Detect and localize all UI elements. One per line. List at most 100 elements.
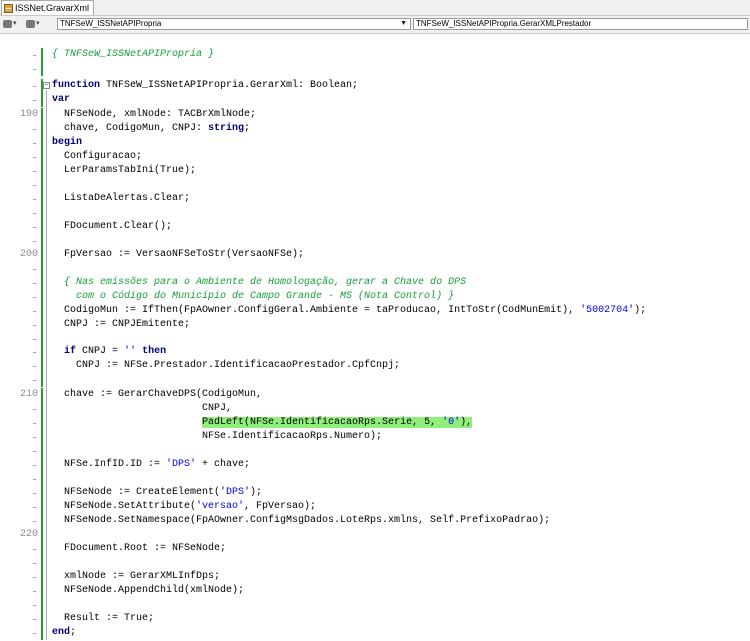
line-number: 210 bbox=[19, 389, 38, 400]
code-line: { Nas emissões para o Ambiente de Homolo… bbox=[0, 276, 750, 290]
code-text: { TNFSeW_ISSNetAPIPropria } bbox=[52, 49, 215, 60]
tab-label: ISSNet.GravarXml bbox=[15, 3, 90, 13]
code-text: NFSe.IdentificacaoRps.Numero); bbox=[52, 431, 383, 442]
forward-button[interactable]: ▾ bbox=[26, 18, 40, 30]
code-text: FDocument.Root := NFSeNode; bbox=[52, 543, 227, 554]
class-combo-value: TNFSeW_ISSNetAPIPropria bbox=[60, 19, 162, 28]
change-bar bbox=[41, 500, 43, 514]
code-line bbox=[0, 472, 750, 486]
string-literal: 'DPS' bbox=[220, 487, 251, 498]
code-fragment: , FpVersao); bbox=[244, 501, 317, 512]
change-bar bbox=[41, 626, 43, 640]
code-line bbox=[0, 332, 750, 346]
code-text: NFSeNode.SetNamespace(FpAOwner.ConfigMsg… bbox=[52, 515, 551, 526]
change-bar bbox=[41, 262, 43, 276]
code-line: NFSe.InfID.ID := 'DPS' + chave; bbox=[0, 458, 750, 472]
change-bar bbox=[41, 542, 43, 556]
code-line: chave, CodigoMun, CNPJ: string; bbox=[0, 122, 750, 136]
gutter-dot bbox=[33, 325, 36, 326]
highlighted-selection[interactable]: PadLeft(NFSe.IdentificacaoRps.Serie, 5, … bbox=[202, 417, 473, 428]
class-combo[interactable]: TNFSeW_ISSNetAPIPropria ▼ bbox=[57, 18, 411, 30]
code-text: CNPJ, bbox=[52, 403, 233, 414]
dropdown-arrow-icon: ▼ bbox=[400, 20, 407, 27]
change-bar bbox=[41, 122, 43, 136]
code-text: xmlNode := GerarXMLInfDps; bbox=[52, 571, 221, 582]
code-line bbox=[0, 556, 750, 570]
code-line: NFSeNode.AppendChild(xmlNode); bbox=[0, 584, 750, 598]
code-line: begin bbox=[0, 136, 750, 150]
change-bar bbox=[41, 290, 43, 304]
change-bar bbox=[41, 458, 43, 472]
code-text: NFSeNode, xmlNode: TACBrXmlNode; bbox=[52, 109, 257, 120]
change-bar bbox=[41, 514, 43, 528]
gutter-dot bbox=[33, 100, 36, 101]
code-fragment: chave, CodigoMun, CNPJ: bbox=[52, 123, 209, 134]
gutter-dot bbox=[33, 633, 36, 634]
keyword: then bbox=[142, 346, 167, 357]
gutter-dot bbox=[33, 549, 36, 550]
code-fragment: ); bbox=[634, 305, 647, 316]
back-button[interactable]: ▾ bbox=[3, 18, 17, 30]
gutter-dot bbox=[33, 380, 36, 381]
code-text: Configuracao; bbox=[52, 151, 143, 162]
change-bar bbox=[41, 178, 43, 192]
string-literal: '0' bbox=[442, 417, 461, 428]
gutter-dot bbox=[33, 493, 36, 494]
code-line bbox=[0, 62, 750, 76]
gutter-dot bbox=[33, 366, 36, 367]
method-combo-value: TNFSeW_ISSNetAPIPropria.GerarXMLPrestado… bbox=[416, 19, 592, 28]
code-line: 190 NFSeNode, xmlNode: TACBrXmlNode; bbox=[0, 108, 750, 122]
code-text: chave, CodigoMun, CNPJ: string; bbox=[52, 122, 250, 136]
code-line: NFSe.IdentificacaoRps.Numero); bbox=[0, 430, 750, 444]
gutter-dot bbox=[33, 213, 36, 214]
change-bar bbox=[41, 444, 43, 458]
fold-toggle-icon[interactable]: − bbox=[43, 82, 50, 89]
change-bar bbox=[41, 430, 43, 444]
change-bar bbox=[41, 108, 43, 122]
code-text: var bbox=[52, 93, 70, 107]
keyword: if bbox=[64, 346, 77, 357]
code-line bbox=[0, 234, 750, 248]
code-fragment: + chave; bbox=[196, 459, 251, 470]
code-text: FDocument.Clear(); bbox=[52, 221, 173, 232]
gutter-dot bbox=[33, 451, 36, 452]
change-bar bbox=[41, 62, 43, 76]
gutter-dot bbox=[33, 465, 36, 466]
change-bar bbox=[41, 416, 43, 430]
code-line: FDocument.Clear(); bbox=[0, 220, 750, 234]
method-combo[interactable]: TNFSeW_ISSNetAPIPropria.GerarXMLPrestado… bbox=[413, 18, 748, 30]
code-line bbox=[0, 178, 750, 192]
code-line bbox=[0, 598, 750, 612]
change-bar bbox=[41, 248, 43, 262]
change-bar bbox=[41, 359, 43, 373]
tab-issnet-gravarxml[interactable]: ISSNet.GravarXml bbox=[1, 0, 95, 15]
code-line: NFSeNode.SetAttribute('versao', FpVersao… bbox=[0, 500, 750, 514]
change-bar bbox=[41, 373, 43, 387]
code-text: Result := True; bbox=[52, 613, 155, 624]
gutter-dot bbox=[33, 269, 36, 270]
code-line: 220 bbox=[0, 528, 750, 542]
change-bar bbox=[41, 234, 43, 248]
gutter-dot bbox=[33, 352, 36, 353]
chevron-down-icon: ▾ bbox=[36, 20, 40, 27]
code-editor[interactable]: { TNFSeW_ISSNetAPIPropria } − function T… bbox=[0, 34, 750, 641]
code-line: xmlNode := GerarXMLInfDps; bbox=[0, 570, 750, 584]
gutter-dot bbox=[33, 283, 36, 284]
code-text: CodigoMun := IfThen(FpAOwner.ConfigGeral… bbox=[52, 304, 646, 318]
gutter-dot bbox=[33, 577, 36, 578]
code-fragment: CodigoMun := IfThen(FpAOwner.ConfigGeral… bbox=[52, 305, 581, 316]
gutter-dot bbox=[33, 157, 36, 158]
line-number: 200 bbox=[19, 249, 38, 260]
code-fragment: ); bbox=[250, 487, 263, 498]
code-line: CodigoMun := IfThen(FpAOwner.ConfigGeral… bbox=[0, 304, 750, 318]
string-literal: 'versao' bbox=[196, 501, 245, 512]
gutter-dot bbox=[33, 507, 36, 508]
change-bar bbox=[41, 192, 43, 206]
gutter-dot bbox=[33, 339, 36, 340]
code-text: NFSeNode.SetAttribute('versao', FpVersao… bbox=[52, 500, 316, 514]
code-text: NFSe.InfID.ID := 'DPS' + chave; bbox=[52, 458, 250, 472]
gutter-dot bbox=[33, 86, 36, 87]
gutter-dot bbox=[33, 521, 36, 522]
code-text: NFSeNode := CreateElement('DPS'); bbox=[52, 486, 262, 500]
gutter-dot bbox=[33, 591, 36, 592]
